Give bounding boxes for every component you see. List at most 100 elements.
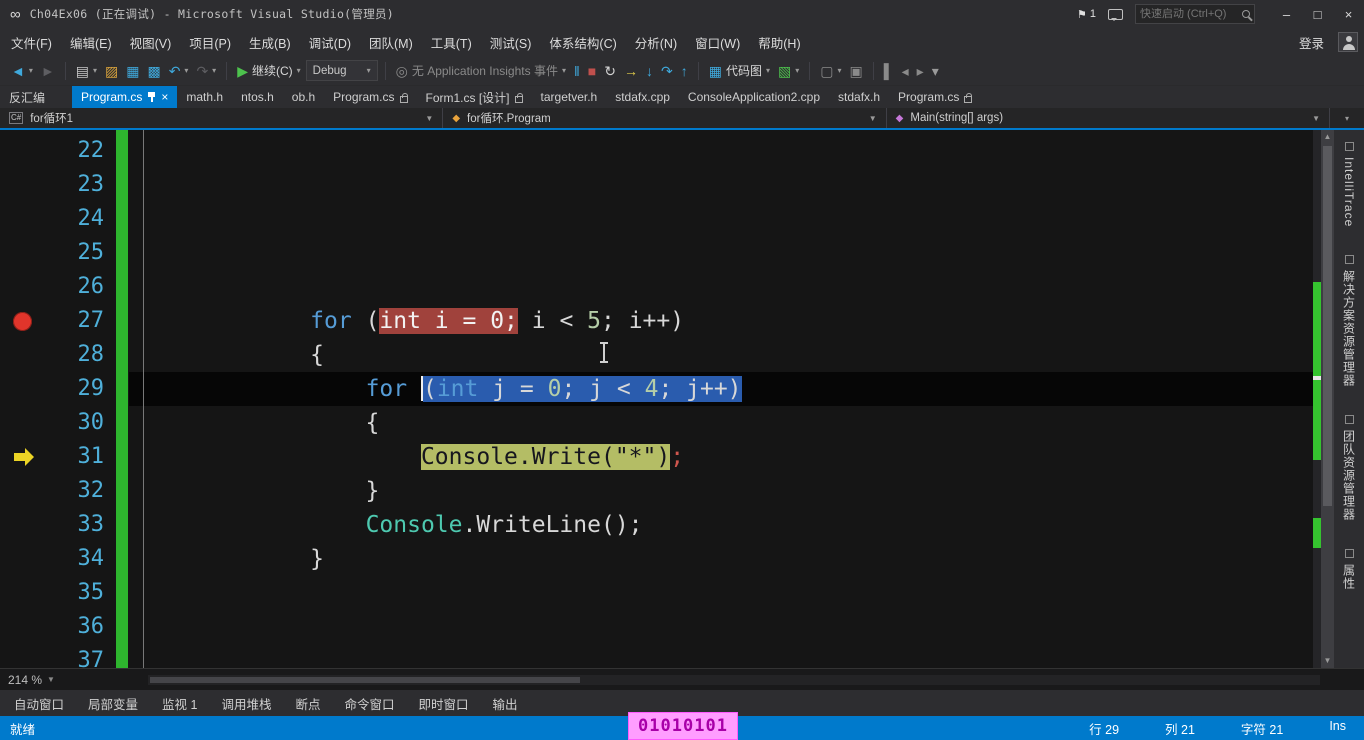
sign-in-link[interactable]: 登录 — [1299, 33, 1324, 52]
breakpoint-margin[interactable] — [0, 134, 42, 168]
document-tab[interactable]: 反汇编 — [0, 86, 54, 108]
breakpoint-margin[interactable] — [0, 542, 42, 576]
breakpoint-margin[interactable] — [0, 202, 42, 236]
code-text[interactable] — [129, 610, 1313, 644]
code-text[interactable]: { — [129, 406, 1313, 440]
code-text[interactable]: { — [129, 338, 1313, 372]
code-line-29[interactable]: 29 for (int j = 0; j < 4; j++) — [0, 372, 1313, 406]
dropdown-arrow-icon[interactable]: ▾ — [367, 66, 371, 75]
navbar-options-button[interactable]: ▾ — [1330, 108, 1364, 128]
panel-tab[interactable]: 调用堆栈 — [211, 690, 281, 717]
code-line-28[interactable]: 28 { — [0, 338, 1313, 372]
breakpoint-margin[interactable] — [0, 270, 42, 304]
code-editor[interactable]: 22 23 24 25 26 27 for (int i = 0; i < 5; i++)… — [0, 130, 1313, 668]
account-icon[interactable] — [1338, 32, 1358, 52]
code-line-23[interactable]: 23 — [0, 168, 1313, 202]
step-into-button[interactable]: ↓ — [643, 62, 656, 80]
scrollbar-thumb[interactable] — [150, 676, 580, 683]
save-all-button[interactable]: ▩ — [144, 62, 163, 80]
menu-item[interactable]: 体系结构(C) — [540, 29, 625, 56]
redo-button[interactable]: ↷ ▾ — [193, 62, 219, 80]
code-text[interactable]: } — [129, 542, 1313, 576]
code-line-27[interactable]: 27 for (int i = 0; i < 5; i++) — [0, 304, 1313, 338]
application-insights-button[interactable]: ◎ 无 Application Insights 事件 ▾ — [393, 60, 569, 81]
code-text[interactable] — [129, 168, 1313, 202]
document-tab[interactable]: targetver.h — [532, 86, 607, 108]
code-text[interactable]: for (int j = 0; j < 4; j++) — [129, 372, 1313, 406]
previous-bookmark-button[interactable]: ◂ — [899, 62, 912, 80]
breakpoint-margin[interactable] — [0, 372, 42, 406]
breakpoint-margin[interactable] — [0, 508, 42, 542]
pause-button[interactable]: ‖ — [571, 62, 583, 80]
panel-tab[interactable]: 监视 1 — [152, 690, 207, 717]
code-text[interactable] — [129, 134, 1313, 168]
code-text[interactable] — [129, 270, 1313, 304]
side-panel-tab[interactable]: IntelliTrace — [1342, 142, 1356, 227]
navigate-forward-button[interactable]: ► — [38, 62, 58, 80]
menu-item[interactable]: 生成(B) — [240, 29, 300, 56]
menu-item[interactable]: 视图(V) — [121, 29, 181, 56]
document-tab[interactable]: math.h — [177, 86, 232, 108]
bookmark-button[interactable]: ▌ — [881, 62, 897, 80]
breakpoint-margin[interactable] — [0, 610, 42, 644]
menu-item[interactable]: 测试(S) — [481, 29, 541, 56]
find-in-files-button[interactable]: ▢ ▾ — [817, 62, 844, 80]
new-file-button[interactable]: ▤ ▾ — [73, 62, 100, 80]
document-tab[interactable]: ntos.h — [232, 86, 283, 108]
code-map-button[interactable]: ▦ 代码图 ▾ — [706, 60, 773, 81]
code-line-33[interactable]: 33 Console.WriteLine(); — [0, 508, 1313, 542]
menu-item[interactable]: 文件(F) — [2, 29, 61, 56]
panel-tab[interactable]: 命令窗口 — [335, 690, 405, 717]
undo-button[interactable]: ↶ ▾ — [166, 62, 192, 80]
save-button[interactable]: ▦ — [123, 62, 142, 80]
code-line-24[interactable]: 24 — [0, 202, 1313, 236]
menu-item[interactable]: 工具(T) — [422, 29, 481, 56]
quick-launch-search[interactable] — [1135, 4, 1255, 24]
dropdown-arrow-icon[interactable]: ▾ — [766, 66, 770, 75]
notifications-flag-button[interactable]: ⚑ 1 — [1077, 8, 1096, 21]
code-text[interactable]: } — [129, 474, 1313, 508]
document-tab[interactable]: Program.cs — [324, 86, 416, 108]
document-tab[interactable]: stdafx.cpp — [606, 86, 679, 108]
dropdown-arrow-icon[interactable]: ▾ — [93, 66, 97, 75]
breakpoint-margin[interactable] — [0, 406, 42, 440]
dropdown-arrow-icon[interactable]: ▾ — [212, 66, 216, 75]
code-text[interactable]: for (int i = 0; i < 5; i++) — [129, 304, 1313, 338]
next-bookmark-button[interactable]: ▸ — [914, 62, 927, 80]
breakpoint-margin[interactable] — [0, 440, 42, 474]
panel-tab[interactable]: 断点 — [285, 690, 330, 717]
side-panel-tab[interactable]: 团队资源管理器 — [1341, 415, 1358, 521]
step-out-button[interactable]: ↑ — [678, 62, 691, 80]
member-dropdown[interactable]: ◆ Main(string[] args) ▼ — [887, 108, 1330, 128]
code-text[interactable] — [129, 202, 1313, 236]
scroll-up-arrow-icon[interactable]: ▲ — [1321, 130, 1334, 144]
code-line-34[interactable]: 34 } — [0, 542, 1313, 576]
document-tab[interactable]: Program.cs — [889, 86, 981, 108]
side-panel-tab[interactable]: 解决方案资源管理器 — [1341, 255, 1358, 387]
code-line-32[interactable]: 32 } — [0, 474, 1313, 508]
menu-item[interactable]: 分析(N) — [626, 29, 686, 56]
show-next-statement-button[interactable]: → — [621, 62, 641, 80]
breakpoint-margin[interactable] — [0, 168, 42, 202]
panel-tab[interactable]: 即时窗口 — [409, 690, 479, 717]
vertical-scrollbar[interactable]: ▲ ▼ — [1321, 130, 1334, 668]
code-lens-button[interactable]: ▧ ▾ — [775, 62, 802, 80]
code-text[interactable]: Console.Write("*"); — [129, 440, 1313, 474]
solution-configuration-combo[interactable]: Debug ▾ — [305, 60, 378, 81]
close-button[interactable]: × — [1333, 0, 1364, 28]
dropdown-arrow-icon[interactable]: ▾ — [795, 66, 799, 75]
breakpoint-margin[interactable] — [0, 474, 42, 508]
document-tab[interactable]: ob.h — [283, 86, 324, 108]
panel-tab[interactable]: 局部变量 — [78, 690, 148, 717]
breakpoint-margin[interactable] — [0, 236, 42, 270]
code-text[interactable] — [129, 236, 1313, 270]
horizontal-scrollbar[interactable] — [148, 674, 1320, 685]
zoom-control[interactable]: 214 % ▼ — [0, 673, 78, 687]
side-panel-tab[interactable]: 属性 — [1341, 549, 1358, 590]
scroll-down-arrow-icon[interactable]: ▼ — [1321, 654, 1334, 668]
dropdown-arrow-icon[interactable]: ▾ — [29, 66, 33, 75]
dropdown-arrow-icon[interactable]: ▾ — [562, 66, 566, 75]
scrollbar-thumb[interactable] — [1323, 146, 1332, 506]
navigate-back-button[interactable]: ◄ ▾ — [8, 62, 36, 80]
breakpoint-margin[interactable] — [0, 644, 42, 668]
